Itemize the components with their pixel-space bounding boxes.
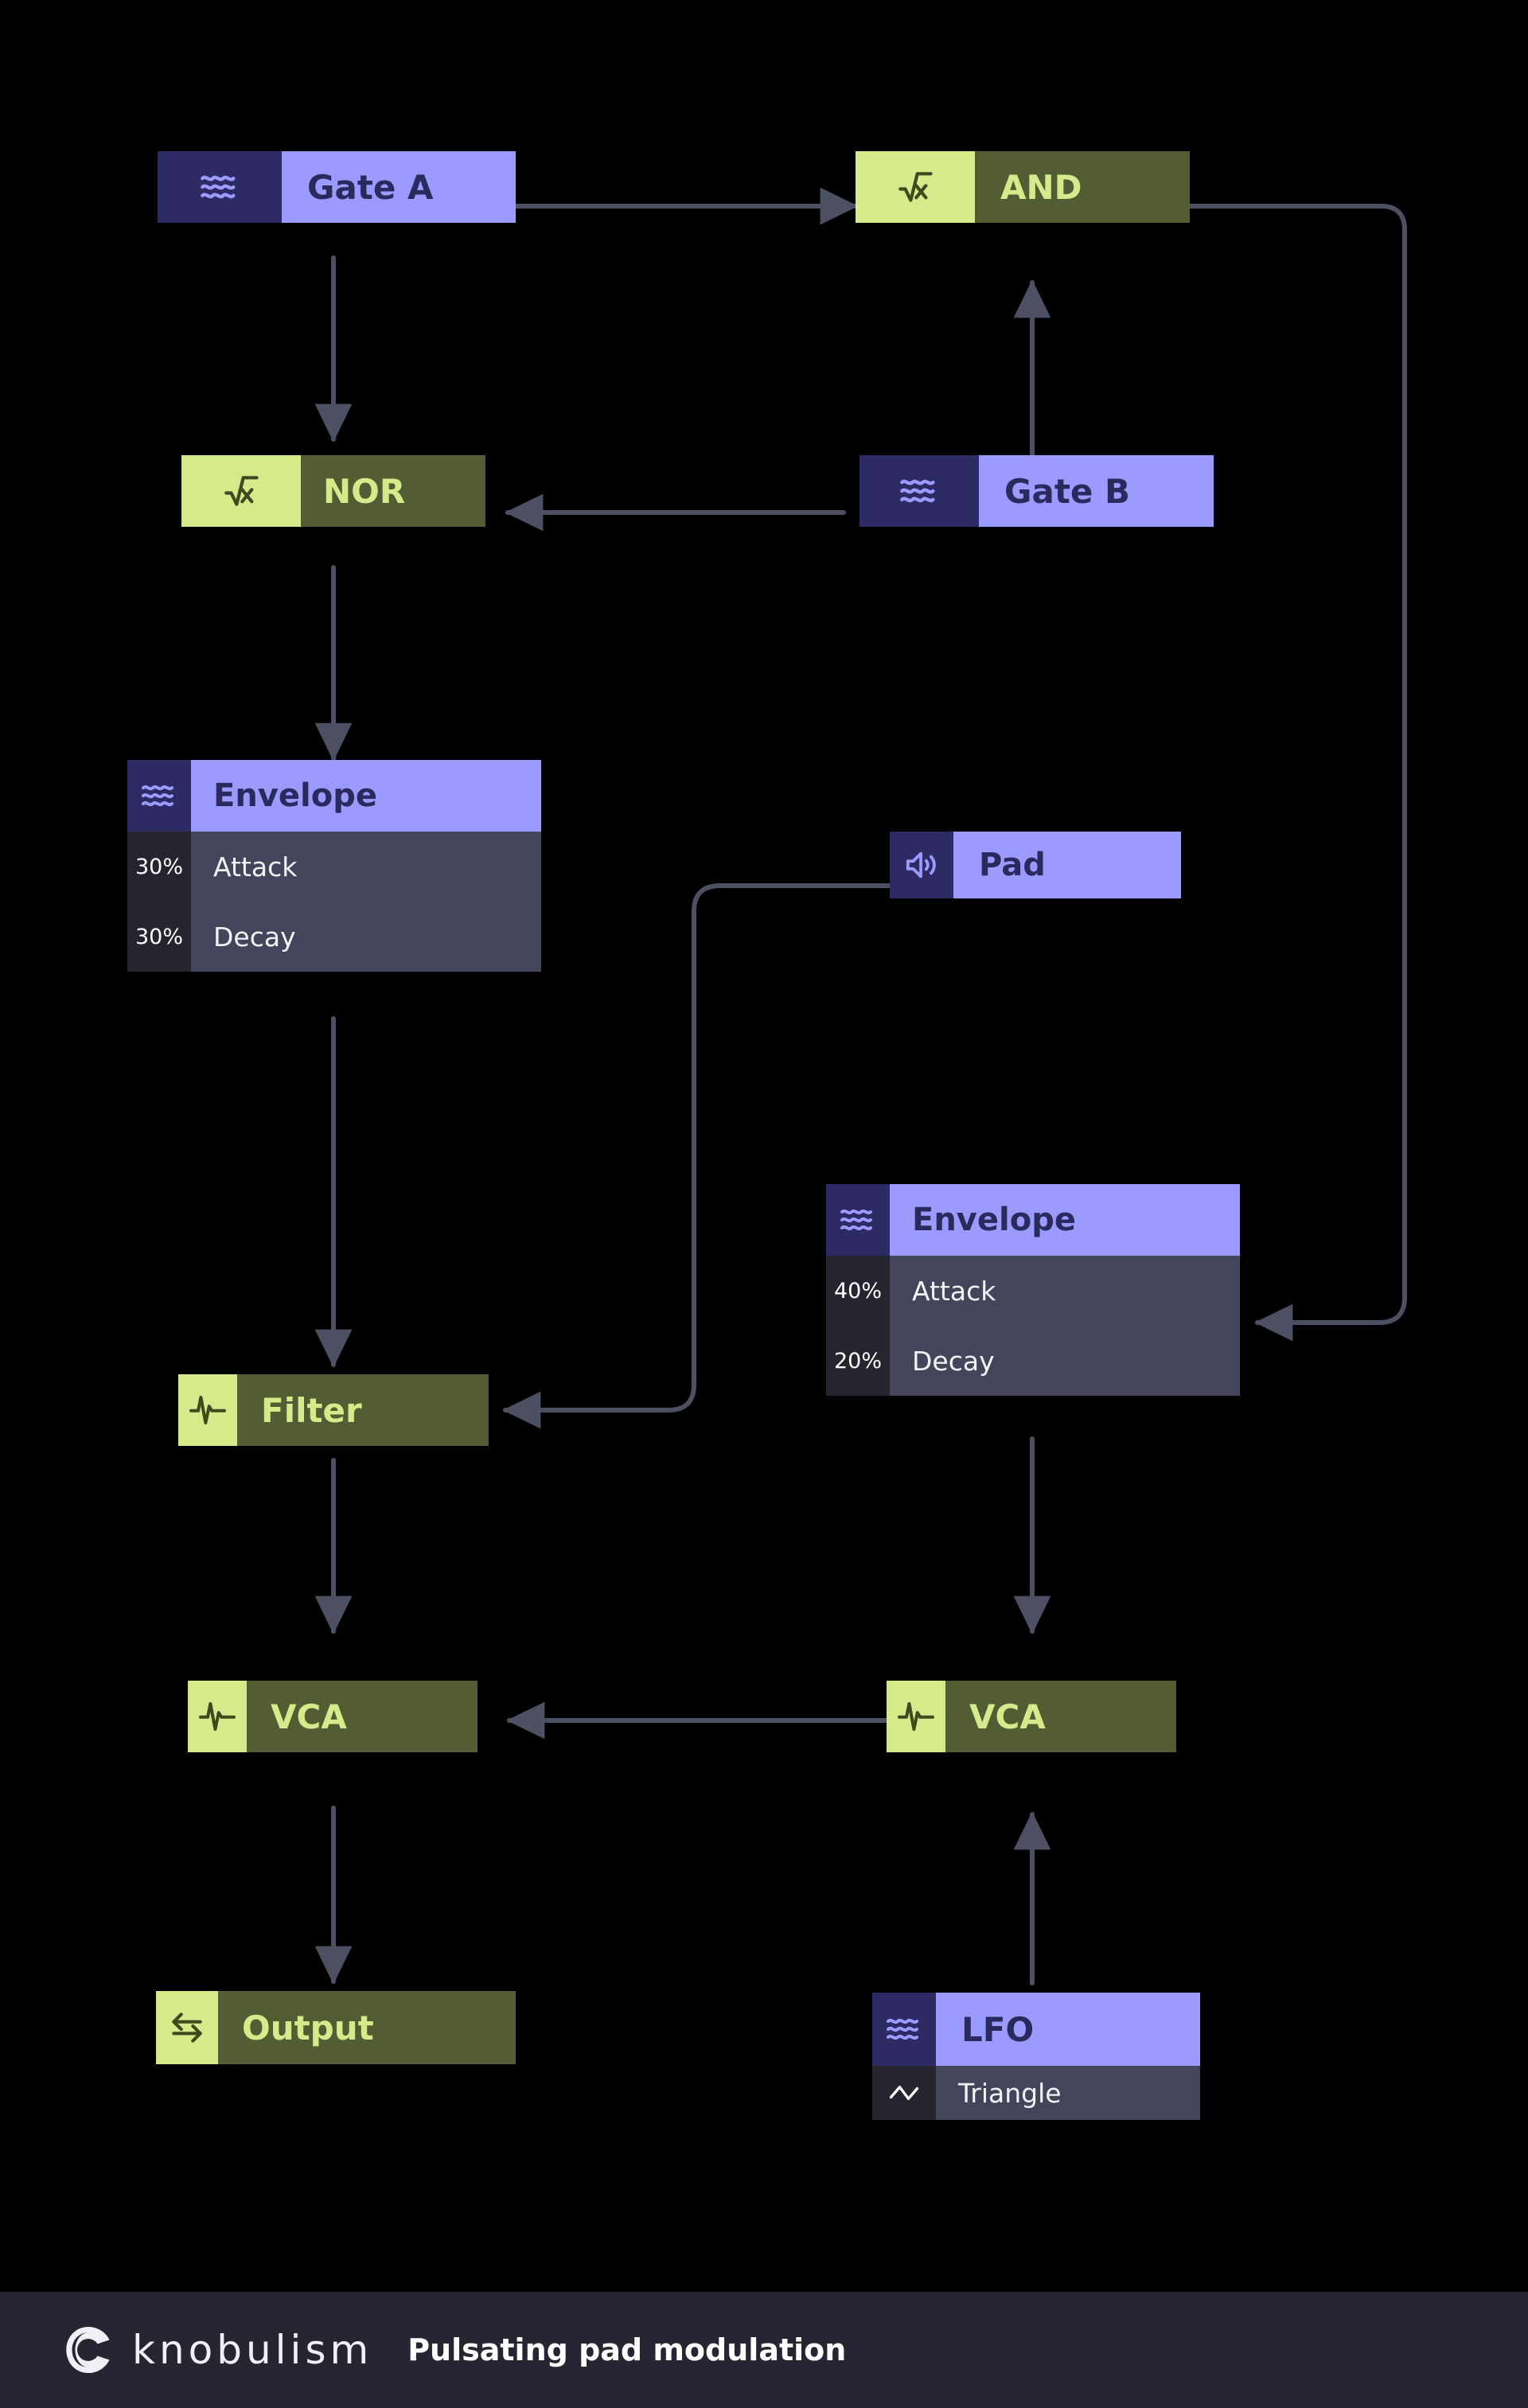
param-row[interactable]: 40% Attack <box>826 1256 1240 1326</box>
param-name: Attack <box>191 832 541 902</box>
node-vca-left[interactable]: VCA <box>188 1681 477 1752</box>
node-envelope-right[interactable]: Envelope 40% Attack 20% Decay <box>826 1184 1240 1396</box>
footer-bar: knobulism Pulsating pad modulation <box>0 2292 1528 2408</box>
node-output-label: Output <box>218 1991 516 2064</box>
activity-icon <box>188 1681 247 1752</box>
param-value: 40% <box>826 1256 890 1326</box>
param-row[interactable]: 30% Attack <box>127 832 541 902</box>
param-value: 30% <box>127 832 191 902</box>
activity-icon <box>887 1681 945 1752</box>
speaker-icon <box>890 832 953 898</box>
edge-and-to-envelope-right <box>1186 204 1407 1342</box>
node-lfo[interactable]: LFO Triangle <box>872 1993 1200 2120</box>
transfer-icon <box>156 1991 218 2064</box>
node-nor-label: NOR <box>301 455 485 527</box>
node-output[interactable]: Output <box>156 1991 516 2064</box>
waves-icon <box>860 455 979 527</box>
waves-icon <box>158 151 282 223</box>
param-value: 30% <box>127 902 191 972</box>
node-lfo-label: LFO <box>936 1993 1200 2066</box>
param-name: Attack <box>890 1256 1240 1326</box>
sqrt-icon <box>181 455 301 527</box>
node-pad[interactable]: Pad <box>890 832 1181 898</box>
node-pad-label: Pad <box>953 832 1181 898</box>
waves-icon <box>127 760 191 832</box>
param-row[interactable]: 30% Decay <box>127 902 541 972</box>
param-name: Decay <box>191 902 541 972</box>
sqrt-icon <box>856 151 975 223</box>
param-row[interactable]: Triangle <box>872 2066 1200 2120</box>
diagram-canvas: Gate A AND NOR Gate B Envelope 30% Attac… <box>0 0 1528 2292</box>
node-filter-label: Filter <box>237 1374 489 1446</box>
knob-logo-icon <box>66 2326 110 2374</box>
brand-name: knobulism <box>132 2327 373 2373</box>
node-gate-a[interactable]: Gate A <box>158 151 516 223</box>
node-vca-right-label: VCA <box>945 1681 1176 1752</box>
node-vca-right[interactable]: VCA <box>887 1681 1176 1752</box>
param-name: Decay <box>890 1326 1240 1396</box>
node-gate-a-label: Gate A <box>282 151 516 223</box>
param-value: 20% <box>826 1326 890 1396</box>
footer-caption: Pulsating pad modulation <box>407 2332 847 2367</box>
waves-icon <box>872 1993 936 2066</box>
node-gate-b-label: Gate B <box>979 455 1214 527</box>
node-envelope-left[interactable]: Envelope 30% Attack 30% Decay <box>127 760 541 972</box>
activity-icon <box>178 1374 237 1446</box>
node-envelope-right-label: Envelope <box>890 1184 1240 1256</box>
node-and-label: AND <box>975 151 1190 223</box>
node-lfo-params: Triangle <box>872 2066 1200 2120</box>
connection-edges <box>314 187 1407 1985</box>
waves-icon <box>826 1184 890 1256</box>
node-gate-b[interactable]: Gate B <box>860 455 1214 527</box>
node-envelope-left-params: 30% Attack 30% Decay <box>127 832 541 972</box>
node-vca-left-label: VCA <box>247 1681 477 1752</box>
triangle-wave-icon <box>872 2066 936 2120</box>
param-name: Triangle <box>936 2066 1200 2120</box>
node-envelope-right-params: 40% Attack 20% Decay <box>826 1256 1240 1396</box>
node-envelope-left-label: Envelope <box>191 760 541 832</box>
node-filter[interactable]: Filter <box>178 1374 489 1446</box>
param-row[interactable]: 20% Decay <box>826 1326 1240 1396</box>
node-nor[interactable]: NOR <box>181 455 485 527</box>
node-and[interactable]: AND <box>856 151 1190 223</box>
